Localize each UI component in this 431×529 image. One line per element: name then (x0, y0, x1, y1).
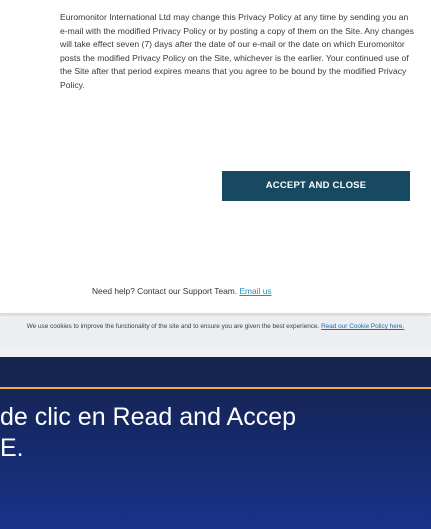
cookie-notice-text: We use cookies to improve the functional… (0, 322, 431, 331)
slide-line-2: E. (0, 434, 24, 462)
accent-divider (0, 387, 431, 389)
slide-instruction-text: de clic en Read and Accep E. (0, 402, 431, 464)
slide-line-1: de clic en Read and Accep (0, 403, 297, 431)
cookie-notice-bar: We use cookies to improve the functional… (0, 318, 431, 348)
support-text: Need help? Contact our Support Team. (92, 286, 238, 296)
presentation-slide: de clic en Read and Accep E. (0, 357, 431, 529)
cookie-policy-link[interactable]: Read our Cookie Policy here. (321, 323, 404, 330)
email-us-link[interactable]: Email us (239, 286, 271, 296)
privacy-policy-text: Euromonitor International Ltd may change… (60, 12, 414, 90)
privacy-policy-modal: Euromonitor International Ltd may change… (0, 0, 431, 314)
cookie-notice-message: We use cookies to improve the functional… (26, 323, 320, 330)
support-line: Need help? Contact our Support Team. Ema… (92, 286, 412, 296)
accept-and-close-button[interactable]: ACCEPT AND CLOSE (222, 171, 410, 201)
